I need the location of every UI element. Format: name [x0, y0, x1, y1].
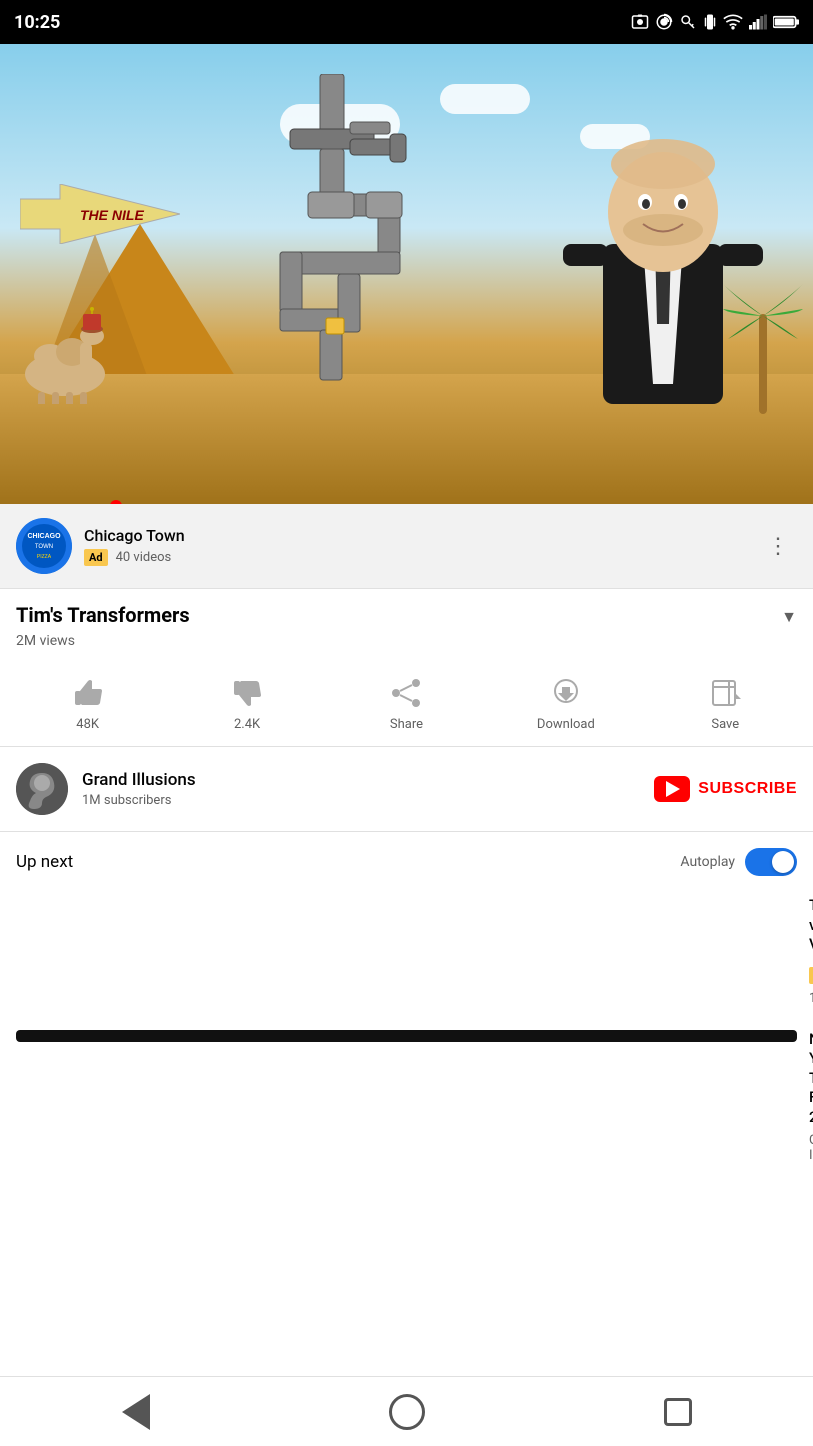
back-button[interactable] [106, 1382, 166, 1442]
person-figure [563, 124, 763, 424]
video-meta-1: The Hulk vs. Venom Ad Marvel HQ 198K vie… [809, 896, 813, 1006]
video-views: 2M views [16, 633, 797, 649]
ny-thumb-bg [16, 1030, 797, 1042]
save-icon [707, 675, 743, 711]
subscribe-button[interactable]: SUBSCRIBE [654, 776, 797, 802]
subscribe-text: SUBSCRIBE [698, 780, 797, 798]
like-count: 48K [76, 717, 99, 732]
like-button[interactable]: 48K [53, 675, 123, 732]
channel-videos: 40 videos [116, 550, 172, 565]
autoplay-toggle[interactable] [745, 848, 797, 876]
video-meta-sub-2: Grand Illusions [809, 1133, 813, 1163]
photo-icon [631, 13, 649, 31]
channel-name: Chicago Town [84, 526, 759, 545]
action-buttons: 48K 2.4K Share [0, 659, 813, 747]
video-info: Tim's Transformers ▼ 2M views [0, 589, 813, 659]
video-meta-sub-1: Ad Marvel HQ [809, 961, 813, 991]
dislike-icon [229, 675, 265, 711]
recent-button[interactable] [648, 1382, 708, 1442]
home-button[interactable] [377, 1382, 437, 1442]
video-title-1: The Hulk vs. Venom [809, 896, 813, 955]
toggle-knob [772, 851, 794, 873]
download-icon [548, 675, 584, 711]
channel-name-2: Grand Illusions [809, 1133, 813, 1163]
autoplay-row: Autoplay [680, 848, 797, 876]
up-next-label: Up next [16, 852, 73, 872]
recent-icon [664, 1398, 692, 1426]
share-button[interactable]: Share [371, 675, 441, 732]
video-views-1: 198K views [809, 991, 813, 1006]
person-preview [36, 1040, 156, 1042]
channel-more-button[interactable]: ⋮ [759, 526, 797, 567]
ad-badge-1: Ad [809, 967, 813, 984]
navigation-bar [0, 1376, 813, 1446]
key-icon [679, 13, 697, 31]
home-icon [389, 1394, 425, 1430]
save-button[interactable]: Save [690, 675, 760, 732]
youtube-icon [654, 776, 690, 802]
share-icon [388, 675, 424, 711]
dislike-count: 2.4K [234, 717, 260, 732]
share-label: Share [390, 717, 423, 732]
save-label: Save [711, 717, 739, 732]
up-next-header: Up next Autoplay [0, 832, 813, 888]
vibrate-icon [703, 13, 717, 31]
cast-icon [655, 13, 673, 31]
sub-channel-name: Grand Illusions [82, 770, 654, 790]
youtube-play-icon [666, 781, 680, 797]
download-button[interactable]: Download [531, 675, 601, 732]
back-icon [122, 1394, 150, 1430]
svg-text:CHICAGO: CHICAGO [27, 533, 61, 540]
status-bar: 10:25 [0, 0, 813, 44]
channel-row[interactable]: CHICAGO TOWN PIZZA Chicago Town Ad 40 vi… [0, 504, 813, 589]
arrow-sign: THE NILE [20, 184, 180, 244]
channel-avatar-inner: CHICAGO TOWN PIZZA [16, 518, 72, 574]
channel-meta: Ad 40 videos [84, 549, 759, 566]
dropdown-icon[interactable]: ▼ [781, 607, 797, 627]
status-time: 10:25 [14, 12, 60, 33]
video-title-row: Tim's Transformers ▼ [16, 603, 797, 627]
status-icons [631, 13, 799, 31]
video-title-2: New York Toy Fair 2019 [809, 1030, 813, 1128]
video-title: Tim's Transformers [16, 603, 771, 627]
signal-icon [749, 14, 767, 30]
ad-badge: Ad [84, 549, 108, 566]
sub-count: 1M subscribers [82, 793, 654, 808]
video-card-1[interactable]: 🇬🇧 MARVEL HQ 🕷 SHORT 3:37 The Hulk vs. V… [0, 888, 813, 1022]
svg-text:PIZZA: PIZZA [37, 554, 52, 560]
camel-figure [10, 304, 120, 404]
video-thumbnail[interactable]: THE NILE [0, 44, 813, 504]
wifi-icon [723, 14, 743, 30]
dislike-button[interactable]: 2.4K [212, 675, 282, 732]
autoplay-label: Autoplay [680, 854, 735, 870]
svg-text:TOWN: TOWN [35, 544, 53, 550]
download-label: Download [537, 717, 595, 732]
video-thumb-ny[interactable] [16, 1030, 797, 1042]
sub-info: Grand Illusions 1M subscribers [82, 770, 654, 808]
channel-info: Chicago Town Ad 40 videos [84, 526, 759, 566]
like-icon [70, 675, 106, 711]
faucet-pipes [220, 74, 500, 414]
channel-avatar-grand-illusions[interactable] [16, 763, 68, 815]
channel-avatar[interactable]: CHICAGO TOWN PIZZA [16, 518, 72, 574]
svg-text:THE NILE: THE NILE [80, 207, 144, 223]
battery-icon [773, 14, 799, 30]
video-card-2[interactable]: New York Toy Fair 2019 Grand Illusions ⋮ [0, 1022, 813, 1254]
subscribe-row: Grand Illusions 1M subscribers SUBSCRIBE [0, 747, 813, 832]
video-meta-2: New York Toy Fair 2019 Grand Illusions [809, 1030, 813, 1164]
